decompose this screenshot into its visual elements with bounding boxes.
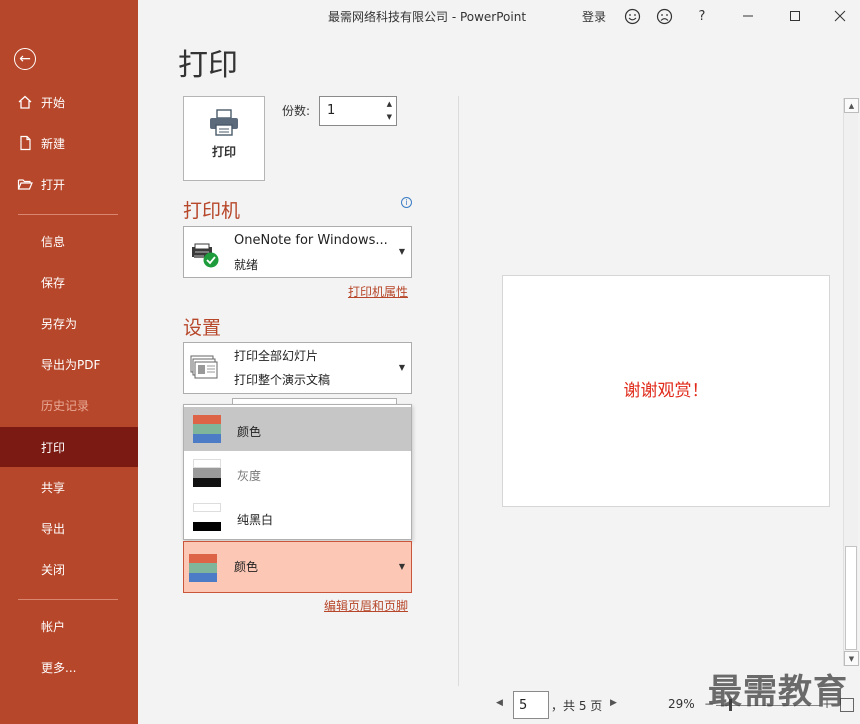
sidebar-item-export[interactable]: 导出	[0, 508, 138, 548]
printer-status-icon	[192, 243, 219, 268]
sidebar-item-new[interactable]: 新建	[0, 123, 138, 163]
menu-item-grayscale[interactable]: 灰度	[184, 451, 411, 495]
page-title: 打印	[178, 48, 238, 83]
sidebar-item-label: 帐户	[41, 619, 66, 634]
sidebar-divider	[18, 599, 118, 600]
menu-item-label: 纯黑白	[237, 513, 274, 527]
printer-heading: 打印机	[183, 200, 241, 222]
chevron-down-icon: ▼	[398, 562, 405, 571]
printer-icon	[210, 109, 238, 136]
sidebar-item-label: 打开	[41, 177, 66, 192]
info-icon[interactable]: i	[401, 197, 412, 208]
scroll-thumb[interactable]	[845, 546, 857, 650]
printer-properties-link[interactable]: 打印机属性	[348, 283, 408, 300]
home-icon	[18, 95, 32, 109]
help-icon[interactable]: ?	[692, 6, 712, 26]
sidebar-item-account[interactable]: 帐户	[0, 606, 138, 646]
sidebar-item-print[interactable]: 打印	[0, 427, 138, 467]
menu-item-label: 灰度	[237, 469, 262, 483]
page-number-value: 5	[519, 698, 528, 713]
sidebar-item-label: 保存	[41, 275, 66, 290]
folder-open-icon	[17, 179, 33, 190]
color-swatch-icon	[193, 415, 221, 443]
preview-scrollbar[interactable]: ▲ ▼	[843, 98, 859, 666]
title-bar: 最需网络科技有限公司 - PowerPoint 登录 ?	[138, 0, 860, 32]
sidebar-divider	[18, 214, 118, 215]
copies-value: 1	[327, 103, 336, 118]
slides-range-dropdown[interactable]: 打印全部幻灯片 打印整个演示文稿 ▼	[183, 342, 412, 394]
sidebar-item-save[interactable]: 保存	[0, 262, 138, 302]
preview-divider	[458, 96, 459, 686]
spin-down-icon[interactable]: ▼	[387, 113, 392, 121]
sidebar-item-home[interactable]: 开始	[0, 82, 138, 122]
slides-range-line1: 打印全部幻灯片	[234, 349, 319, 363]
maximize-icon[interactable]	[785, 6, 805, 26]
sidebar-item-info[interactable]: 信息	[0, 221, 138, 261]
sidebar-item-save-as[interactable]: 另存为	[0, 303, 138, 343]
settings-heading: 设置	[183, 317, 222, 339]
sidebar-item-label: 共享	[41, 480, 66, 495]
slide-text: 谢谢观赏！	[623, 381, 709, 401]
prev-page-icon[interactable]: ◀	[496, 698, 503, 708]
page-total: ，共 5 页	[551, 699, 603, 713]
new-file-icon	[20, 135, 31, 151]
slide-preview: 谢谢观赏！	[502, 275, 830, 507]
color-dropdown-label: 颜色	[234, 560, 259, 574]
sidebar-item-open[interactable]: 打开	[0, 164, 138, 204]
copies-label: 份数:	[282, 104, 311, 118]
printer-status: 就绪	[234, 258, 259, 272]
minimize-icon[interactable]	[738, 6, 758, 26]
print-button-label: 打印	[211, 145, 236, 159]
sidebar-item-label: 历史记录	[41, 398, 90, 413]
sidebar-item-export-pdf[interactable]: 导出为PDF	[0, 344, 138, 384]
chevron-down-icon: ▼	[398, 363, 405, 372]
sidebar-item-history: 历史记录	[0, 385, 138, 425]
slides-range-line2: 打印整个演示文稿	[234, 373, 331, 387]
sidebar-item-label: 新建	[41, 136, 66, 151]
sidebar-item-close[interactable]: 关闭	[0, 549, 138, 589]
sidebar-item-label: 导出	[41, 521, 66, 536]
sidebar-item-label: 信息	[41, 234, 66, 249]
printer-name: OneNote for Windows...	[234, 233, 388, 248]
page-number-input[interactable]: 5	[513, 691, 549, 719]
back-arrow-icon[interactable]: ←	[14, 48, 36, 70]
next-page-icon[interactable]: ▶	[610, 698, 617, 708]
copies-stepper[interactable]: 1 ▲ ▼	[319, 96, 397, 126]
login-link[interactable]: 登录	[582, 8, 606, 25]
black-white-swatch-icon	[193, 503, 221, 531]
color-swatch-icon	[189, 554, 217, 582]
menu-item-color[interactable]: 颜色	[184, 407, 411, 451]
frown-icon[interactable]	[654, 6, 674, 26]
window-title: 最需网络科技有限公司 - PowerPoint	[328, 10, 527, 24]
slides-stack-icon	[190, 355, 218, 379]
grayscale-swatch-icon	[193, 459, 221, 487]
sidebar-item-label: 关闭	[41, 562, 66, 577]
close-icon[interactable]	[830, 6, 850, 26]
sidebar-item-more[interactable]: 更多...	[0, 647, 138, 687]
menu-item-black-white[interactable]: 纯黑白	[184, 495, 411, 539]
edit-header-footer-link[interactable]: 编辑页眉和页脚	[324, 597, 408, 614]
print-button[interactable]: 打印	[183, 96, 265, 181]
color-dropdown[interactable]: 颜色 ▼	[183, 541, 412, 593]
zoom-level[interactable]: 29%	[668, 697, 695, 711]
printer-dropdown[interactable]: OneNote for Windows... 就绪 ▼	[183, 226, 412, 278]
sidebar-item-share[interactable]: 共享	[0, 467, 138, 507]
sidebar-item-label: 开始	[41, 95, 66, 110]
backstage-sidebar: ← 开始 新建 打开 信息 保存 另存为 导出为PDF 历史记录 打印 共享 导…	[0, 0, 138, 724]
color-options-menu: 颜色 灰度 纯黑白	[183, 404, 412, 540]
sidebar-item-label: 另存为	[41, 316, 78, 331]
sidebar-item-label: 导出为PDF	[41, 357, 101, 372]
watermark: 最需教育	[708, 672, 848, 712]
sidebar-item-label: 打印	[41, 440, 66, 455]
chevron-down-icon: ▼	[398, 247, 405, 256]
smile-icon[interactable]	[622, 6, 642, 26]
sidebar-item-label: 更多...	[41, 660, 77, 675]
scroll-up-icon[interactable]: ▲	[844, 98, 859, 113]
spin-up-icon[interactable]: ▲	[387, 100, 392, 108]
menu-item-label: 颜色	[237, 425, 262, 439]
